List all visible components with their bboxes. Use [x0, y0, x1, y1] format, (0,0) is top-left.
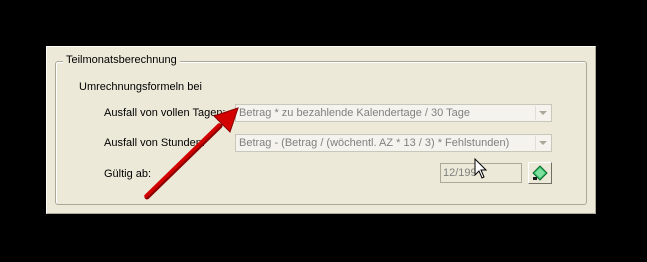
mouse-cursor-icon: [474, 158, 488, 179]
screen: { "group": { "title": "Teilmonatsberechn…: [0, 0, 647, 262]
red-arrow: [144, 107, 239, 200]
